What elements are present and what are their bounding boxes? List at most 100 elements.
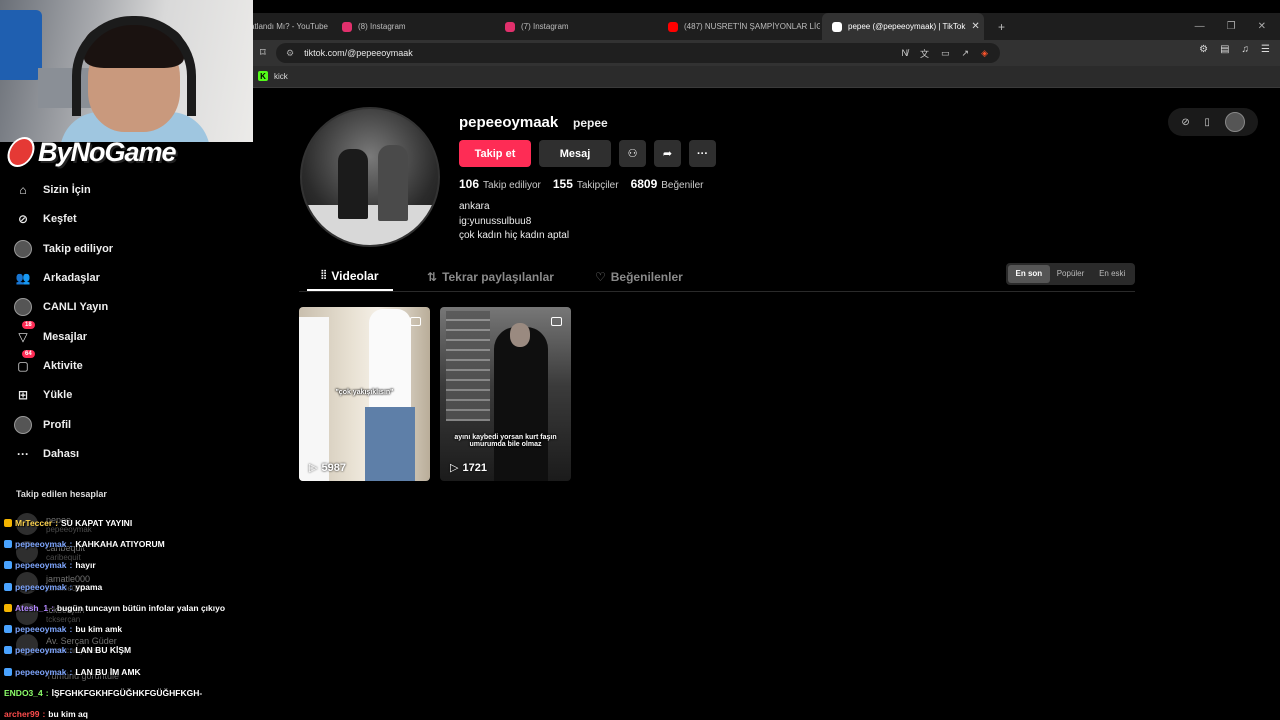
sort-oldest[interactable]: En eski (1091, 265, 1133, 283)
sidebar-item-messages[interactable]: ▽ 18 Mesajlar (14, 321, 88, 348)
chat-separator: : (69, 581, 73, 592)
play-icon: ▷ (450, 462, 459, 474)
chat-username: pepeeoymak (15, 560, 67, 571)
music-icon[interactable]: ♫ (1242, 44, 1250, 55)
youtube-icon (668, 21, 678, 32)
bookmark-icon[interactable]: ⌑ (260, 46, 266, 59)
photo-post-icon (551, 317, 562, 326)
close-tab-icon[interactable]: ✕ (971, 21, 979, 32)
following-accounts-title: Takip edilen hesaplar (16, 489, 107, 499)
cast-icon[interactable]: ▭ (941, 48, 950, 59)
stat-value: 6809 (630, 177, 658, 191)
close-window-icon[interactable]: ✕ (1258, 21, 1266, 32)
sidebar-item-activity[interactable]: ▢ 64 Aktivite (14, 350, 83, 377)
thumbnail-person (494, 327, 548, 481)
address-bar[interactable]: ⚙ tiktok.com/@pepeeoymaak N̸ 文 ▭ ↗ ◈ (276, 43, 1000, 63)
chat-text: ypama (75, 581, 103, 592)
chat-username: archer99 (4, 709, 40, 720)
activity-icon: ▢ 64 (14, 350, 35, 375)
browser-tab-tiktok[interactable]: pepee (@pepeeoymaak) | TikTok ✕ (822, 13, 984, 40)
chat-message: archer99: bu kim aq (4, 704, 254, 720)
chat-message: pepeeoymak: hayır (4, 555, 254, 576)
translate-icon[interactable]: 文 (920, 47, 929, 60)
bio-line: ig:yunussulbuu8 (459, 215, 532, 227)
device-icon[interactable]: ▯ (1204, 117, 1210, 128)
bookmark-kick[interactable]: K kick (258, 71, 288, 81)
chat-badge-icon (4, 625, 12, 634)
mute-icon[interactable]: N̸ (902, 48, 909, 58)
tab-label: (7) Instagram (521, 22, 569, 31)
site-info-icon[interactable]: ⚙ (286, 48, 294, 59)
video-thumbnail[interactable]: "çok yakışıklısın" ▷ 5987 (299, 307, 430, 481)
menu-icon[interactable]: ☰ (1261, 44, 1270, 55)
more-options-button[interactable]: ··· (689, 140, 716, 167)
stat-value: 155 (552, 177, 573, 191)
share-button[interactable]: ➦ (654, 140, 681, 167)
browser-tab-instagram-1[interactable]: (8) Instagram (332, 13, 494, 40)
maximize-icon[interactable]: ❐ (1227, 21, 1236, 32)
chat-message: MrTeccer: SU KAPAT YAYINI (4, 512, 254, 533)
browser-tab-instagram-2[interactable]: (7) Instagram (495, 13, 657, 40)
video-thumbnail[interactable]: ayını kaybedi yorsan kurt faşın umurumda… (440, 307, 571, 481)
chat-badge-icon (4, 539, 12, 548)
tab-label: (487) NUSRET'İN ŞAMPİYONLAR LİGİ (684, 22, 820, 31)
sort-popular[interactable]: Popüler (1050, 265, 1092, 283)
user-avatar[interactable] (1224, 112, 1245, 132)
chat-text: bu kim amk (75, 624, 123, 635)
sidebar-item-friends[interactable]: 👥 Arkadaşlar (14, 267, 100, 289)
sidebar-item-label: Mesajlar (43, 331, 88, 343)
extensions-icon[interactable]: ⚙ (1199, 44, 1208, 55)
tiktok-icon (832, 21, 842, 32)
sidebar-item-following[interactable]: Takip ediliyor (14, 238, 113, 260)
sidebar-item-more[interactable]: ··· Dahası (14, 443, 79, 465)
chat-badge-icon (4, 603, 12, 612)
tab-label: (8) Instagram (358, 22, 406, 31)
compass-icon: ⊘ (17, 212, 29, 226)
browser-tab-youtube-2[interactable]: (487) NUSRET'İN ŞAMPİYONLAR LİGİ (658, 13, 820, 40)
chat-username: pepeeoymak (15, 538, 67, 549)
tab-liked[interactable]: ♡ Beğenilenler (581, 262, 697, 291)
sidebar-item-label: Arkadaşlar (43, 272, 100, 284)
add-friend-button[interactable]: ⚇ (619, 140, 646, 167)
sidebar-item-live[interactable]: CANLI Yayın (14, 296, 108, 318)
more-icon: ··· (697, 147, 708, 160)
video-views: ▷ 1721 (450, 461, 487, 475)
following-avatar-icon (14, 240, 32, 258)
webcam-overlay (0, 0, 253, 142)
chat-separator: : (69, 666, 73, 677)
stat-followers[interactable]: 155 Takipçiler (553, 177, 619, 191)
tab-videos[interactable]: ⦙⦙ Videolar (307, 262, 393, 291)
chat-separator: : (69, 624, 73, 635)
top-right-controls: ⊘ ▯ (1168, 108, 1258, 136)
new-tab-button[interactable]: + (988, 13, 1008, 40)
chat-separator: : (69, 560, 73, 571)
sidebar-icon[interactable]: ▤ (1220, 44, 1229, 55)
message-button[interactable]: Mesaj (539, 140, 611, 167)
sidebar-item-upload[interactable]: ⊞ Yükle (14, 384, 72, 406)
sidebar-item-for-you[interactable]: ⌂ Sizin İçin (14, 179, 90, 201)
tab-reposts[interactable]: ⇅ Tekrar paylaşılanlar (413, 262, 568, 291)
sidebar-item-profile[interactable]: Profil (14, 414, 71, 436)
follow-button[interactable]: Takip et (459, 140, 531, 167)
sort-latest[interactable]: En son (1008, 265, 1050, 283)
brand-logo-text: ByNoGame (38, 136, 177, 167)
stat-value: 106 (459, 177, 480, 191)
avatar-photo-person (378, 145, 408, 221)
tab-label: atlandı Mı? - YouTube (250, 22, 328, 31)
profile-icon (14, 416, 32, 434)
chat-text: LAN BU İM AMK (75, 666, 141, 677)
heart-icon: ♡ (595, 269, 606, 284)
chat-message: ENDO3_4: İŞFGHKFGKHFGÜĞHKFGÜĞHFKGH- (4, 682, 254, 703)
brave-shield-icon[interactable]: ◈ (981, 48, 988, 59)
sidebar-item-explore[interactable]: ⊘ Keşfet (14, 208, 77, 230)
share-icon[interactable]: ↗ (962, 48, 970, 59)
brand-logo-mark (4, 137, 38, 167)
browser-tab-youtube-1[interactable]: atlandı Mı? - YouTube (240, 13, 332, 40)
bio-line: ankara (459, 201, 490, 212)
sort-toggle: En son Popüler En eski (1006, 263, 1135, 285)
stat-following[interactable]: 106 Takip ediliyor (459, 177, 541, 191)
coin-icon[interactable]: ⊘ (1181, 117, 1189, 128)
chat-username: pepeeoymak (15, 581, 67, 592)
minimize-icon[interactable]: — (1195, 21, 1205, 32)
chat-text: hayır (75, 560, 96, 571)
